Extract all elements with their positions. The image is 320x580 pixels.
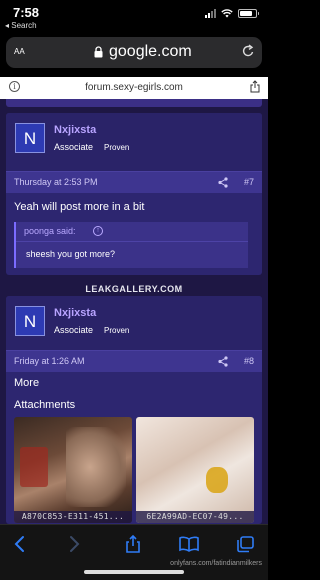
post-author-block: N Nxjixsta Associate Proven: [6, 113, 262, 179]
post-meta: Friday at 1:26 AM #8: [6, 350, 262, 372]
forum-thread: N Nxjixsta Associate Proven Thursday at …: [0, 99, 268, 524]
thumbnail-detail: [20, 447, 48, 487]
username-link[interactable]: Nxjixsta: [54, 307, 96, 319]
quote-block: poonga said: ↑ sheesh you got more?: [14, 222, 248, 268]
attachment-thumbnail[interactable]: A870C853-E311-451...: [14, 417, 132, 523]
jump-to-quote-icon[interactable]: ↑: [93, 226, 103, 236]
post-meta: Thursday at 2:53 PM #7: [6, 171, 262, 193]
quote-text: sheesh you got more?: [26, 249, 116, 259]
attachment-caption: A870C853-E311-451...: [14, 511, 132, 523]
post-text: More: [14, 377, 40, 389]
post-date[interactable]: Thursday at 2:53 PM: [14, 177, 98, 187]
user-title: Associate: [54, 142, 94, 152]
share-icon[interactable]: [122, 535, 144, 553]
quote-header: poonga said: ↑: [16, 222, 248, 242]
bookmarks-icon[interactable]: [178, 535, 200, 553]
home-indicator[interactable]: [84, 570, 184, 574]
user-badge: Proven: [104, 143, 130, 152]
battery-icon: [238, 9, 259, 18]
attachments-heading: Attachments: [14, 399, 76, 411]
site-info-bar: i forum.sexy-egirls.com: [0, 77, 268, 99]
post-number[interactable]: #7: [244, 177, 254, 187]
status-time: 7:58: [13, 5, 40, 20]
reload-icon[interactable]: [242, 44, 255, 58]
previous-post-edge: [6, 99, 262, 107]
post-text: Yeah will post more in a bit: [14, 201, 145, 213]
status-icons: [205, 9, 259, 18]
avatar[interactable]: N: [15, 306, 45, 336]
text-size-button[interactable]: AA: [14, 45, 25, 57]
lock-icon: [94, 46, 103, 58]
status-bar: 7:58 ◂ Search: [0, 0, 268, 32]
forum-post: N Nxjixsta Associate Proven Thursday at …: [6, 113, 262, 275]
thumbnail-detail: [206, 467, 228, 493]
attachment-caption: 6E2A99AD-EC07-49...: [136, 511, 254, 523]
back-to-search-link[interactable]: ◂ Search: [5, 21, 37, 30]
username-link[interactable]: Nxjixsta: [54, 124, 96, 136]
site-url[interactable]: forum.sexy-egirls.com: [0, 82, 268, 93]
share-post-icon[interactable]: [218, 356, 228, 367]
back-icon[interactable]: [9, 535, 31, 553]
forward-icon[interactable]: [63, 535, 85, 553]
attachment-thumbnail[interactable]: 6E2A99AD-EC07-49...: [136, 417, 254, 523]
user-title: Associate: [54, 325, 94, 335]
tabs-icon[interactable]: [234, 535, 256, 553]
share-icon[interactable]: [250, 80, 260, 93]
avatar[interactable]: N: [15, 123, 45, 153]
thumbnail-detail: [66, 427, 126, 507]
share-post-icon[interactable]: [218, 177, 228, 188]
user-badge: Proven: [104, 326, 130, 335]
address-bar[interactable]: AA google.com: [6, 37, 262, 68]
corner-watermark: onlyfans.com/fatindianmilkers: [170, 560, 262, 567]
quote-author-link[interactable]: poonga said:: [24, 226, 76, 236]
post-number[interactable]: #8: [244, 356, 254, 366]
address-host: google.com: [109, 43, 192, 60]
text-size-label: AA: [14, 47, 25, 56]
forum-post: N Nxjixsta Associate Proven Friday at 1:…: [6, 296, 262, 524]
post-date[interactable]: Friday at 1:26 AM: [14, 356, 85, 366]
wifi-icon: [221, 9, 233, 18]
cellular-signal-icon: [205, 9, 216, 18]
watermark-text: LEAKGALLERY.COM: [85, 284, 183, 294]
